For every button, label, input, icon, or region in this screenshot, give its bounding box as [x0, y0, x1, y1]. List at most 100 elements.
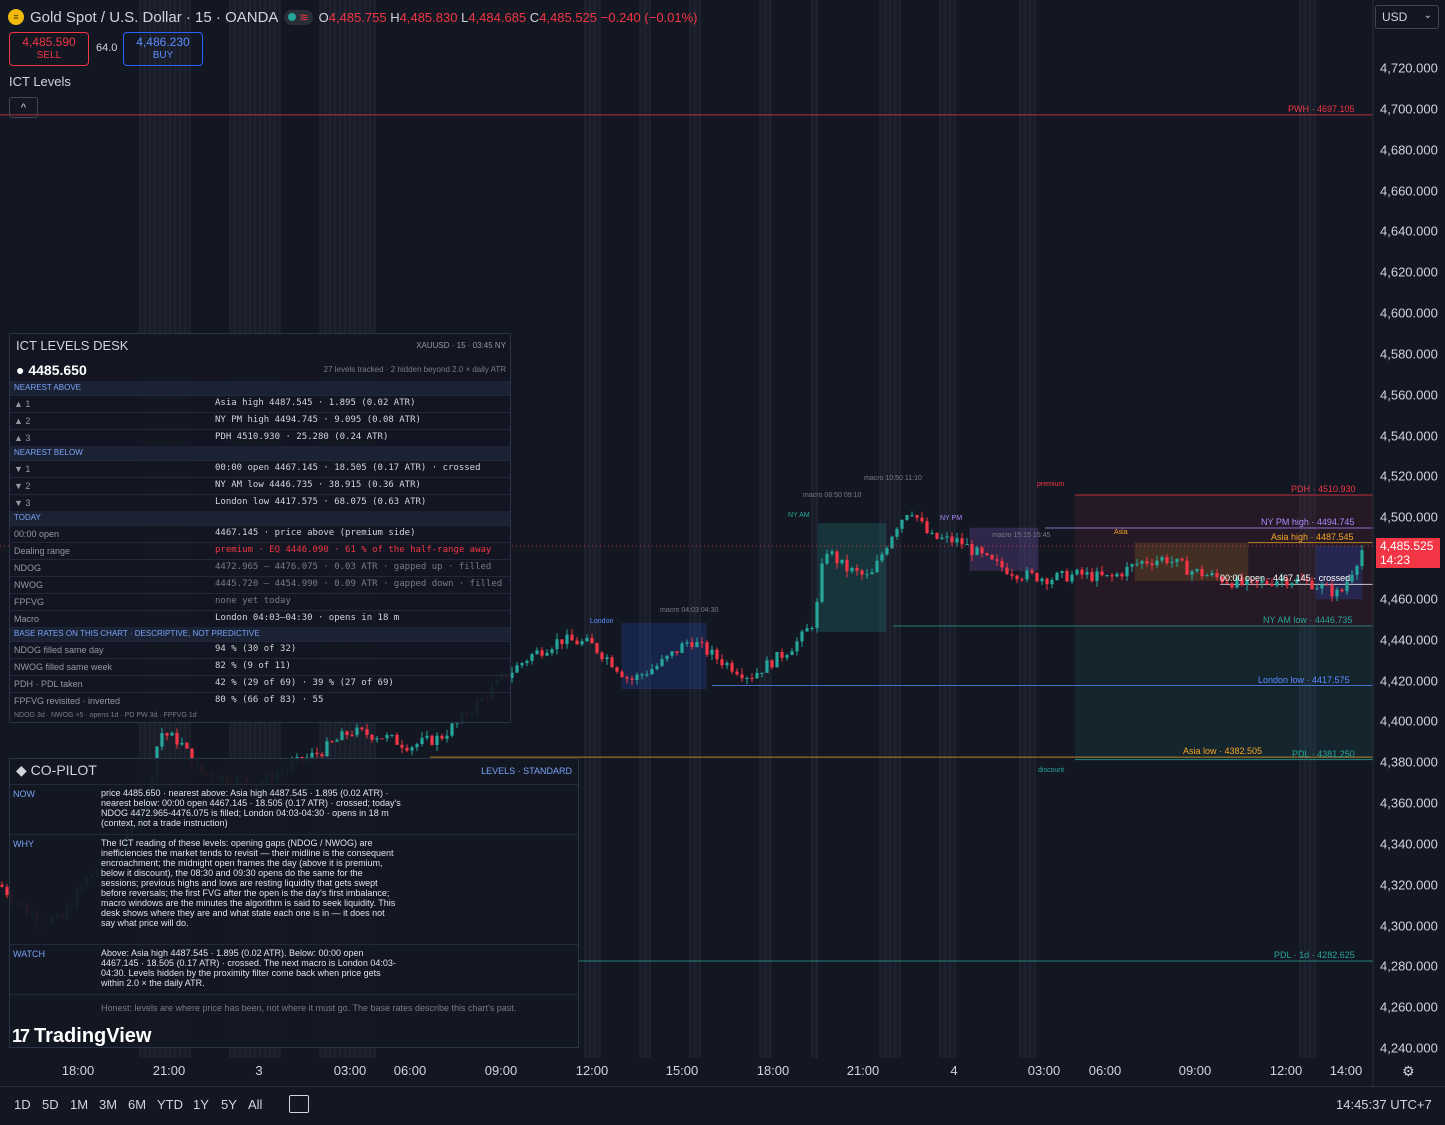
candle-body — [520, 663, 524, 666]
price-tick: 4,680.000 — [1380, 142, 1438, 158]
desk-section-today: TODAY — [10, 511, 510, 525]
desk-row-value: London 04:03–04:30 · opens in 18 m — [215, 613, 400, 623]
desk-price: ● 4485.650 — [16, 362, 87, 378]
macro-label-1: macro 08:50 09:10 — [803, 492, 862, 499]
price-tick: 4,300.000 — [1380, 918, 1438, 934]
price-tick: 4,320.000 — [1380, 877, 1438, 893]
symbol-header[interactable]: ≡ Gold Spot / U.S. Dollar · 15 · OANDA ≋… — [8, 6, 698, 28]
ny-am-session-label: NY AM — [788, 512, 810, 519]
candle-body — [1315, 588, 1319, 590]
copilot-mode: LEVELS · STANDARD — [481, 766, 572, 776]
candle-body — [1150, 563, 1154, 566]
price-tick: 4,380.000 — [1380, 754, 1438, 770]
buy-price: 4,486.230 — [136, 35, 190, 49]
desk-row: ▲ 2 NY PM high 4494.745 · 9.095 (0.08 ATR… — [10, 412, 510, 430]
copilot-panel: ◆ CO-PILOT LEVELS · STANDARD NOW price 4… — [9, 758, 579, 1048]
timeframe-button-5y[interactable]: 5Y — [221, 1097, 237, 1112]
candle-body — [925, 521, 929, 534]
desk-row-key: NDOG filled same day — [14, 645, 104, 655]
candle-body — [590, 637, 594, 644]
level-label: London low · 4417.575 — [1258, 674, 1350, 685]
candle-body — [550, 649, 554, 653]
price-tick: 4,720.000 — [1380, 60, 1438, 76]
premium-label: premium — [1037, 481, 1065, 488]
candle-body — [1060, 571, 1064, 573]
timeframe-button-6m[interactable]: 6M — [128, 1097, 146, 1112]
candle-body — [990, 554, 994, 560]
london-session-label: London — [590, 618, 614, 625]
copilot-row-text: The ICT reading of these levels: opening… — [101, 838, 396, 928]
currency-select[interactable]: USD ⌄ — [1375, 5, 1439, 29]
market-status-pill[interactable]: ≋ — [284, 9, 313, 25]
calendar-range-icon[interactable] — [289, 1095, 309, 1113]
candle-body — [545, 652, 549, 656]
candle-body — [1130, 564, 1134, 567]
time-tick: 15:00 — [665, 1063, 699, 1078]
candle-body — [585, 637, 589, 642]
timeframe-button-1m[interactable]: 1M — [70, 1097, 88, 1112]
candle-body — [620, 671, 624, 678]
candle-body — [1045, 578, 1049, 585]
candle-body — [790, 651, 794, 656]
buy-button[interactable]: 4,486.230 BUY — [123, 32, 203, 66]
chevron-up-icon: ^ — [20, 101, 27, 114]
candle-body — [940, 537, 944, 539]
candle-body — [1270, 583, 1274, 586]
candle-body — [955, 538, 959, 543]
candle-body — [930, 532, 934, 534]
time-tick: 18:00 — [61, 1063, 95, 1078]
symbol-title[interactable]: Gold Spot / U.S. Dollar · 15 · OANDA — [30, 9, 278, 26]
candle-body — [1335, 589, 1339, 597]
tradingview-logo[interactable]: 17 TradingView — [12, 1025, 151, 1048]
candle-body — [450, 723, 454, 736]
candle-body — [1010, 574, 1014, 576]
price-tick: 4,420.000 — [1380, 673, 1438, 689]
sell-button[interactable]: 4,485.590 SELL — [9, 32, 89, 66]
desk-title: ICT LEVELS DESK — [16, 338, 129, 353]
tradingview-wordmark: TradingView — [34, 1025, 152, 1047]
candle-body — [1050, 579, 1054, 585]
candle-body — [555, 639, 559, 650]
collapse-indicators-button[interactable]: ^ — [9, 97, 38, 118]
candle-body — [670, 651, 674, 656]
candle-body — [695, 642, 699, 648]
candle-body — [360, 727, 364, 730]
timeframe-button-1y[interactable]: 1Y — [193, 1097, 209, 1112]
indicator-label[interactable]: ICT Levels — [9, 74, 71, 89]
level-label: PDL · 4381.250 — [1292, 748, 1355, 759]
candle-body — [900, 519, 904, 529]
candle-body — [330, 741, 334, 743]
timeframe-button-all[interactable]: All — [248, 1097, 262, 1112]
candle-body — [1350, 574, 1354, 582]
desk-row: NWOG 4445.720 – 4454.990 · 0.09 ATR · gap… — [10, 576, 510, 594]
candle-body — [1160, 557, 1164, 561]
level-label: PDL · 1d · 4282.625 — [1274, 949, 1355, 960]
candle-body — [805, 628, 809, 632]
candle-body — [310, 752, 314, 758]
candle-body — [345, 731, 349, 735]
desk-row-value: 94 % (30 of 32) — [215, 644, 297, 654]
desk-row-key: ▼ 3 — [14, 498, 31, 508]
timeframe-button-1d[interactable]: 1D — [14, 1097, 31, 1112]
ohlc-open-key: O — [318, 9, 329, 25]
time-tick: 21:00 — [152, 1063, 186, 1078]
candle-body — [1230, 583, 1234, 588]
desk-row-value: 80 % (66 of 83) · 55 — [215, 695, 324, 705]
candle-body — [1035, 572, 1039, 582]
timeframe-button-ytd[interactable]: YTD — [157, 1097, 183, 1112]
candle-body — [420, 737, 424, 745]
candle-body — [640, 674, 644, 676]
level-label: NY PM high · 4494.745 — [1261, 516, 1355, 527]
timeframe-button-5d[interactable]: 5D — [42, 1097, 59, 1112]
desk-row-value: 4467.145 · price above (premium side) — [215, 528, 416, 538]
price-tick: 4,260.000 — [1380, 999, 1438, 1015]
clock[interactable]: 14:45:37 UTC+7 — [1336, 1097, 1432, 1112]
candle-body — [370, 734, 374, 740]
desk-row: FPFVG revisited · inverted 80 % (66 of 83… — [10, 692, 510, 710]
bottom-toolbar — [0, 1086, 1445, 1125]
candle-body — [1155, 560, 1159, 566]
timeframe-button-3m[interactable]: 3M — [99, 1097, 117, 1112]
desk-row: ▲ 3 PDH 4510.930 · 25.280 (0.24 ATR) — [10, 429, 510, 447]
settings-gear-icon[interactable]: ⚙ — [1402, 1063, 1415, 1080]
candle-body — [445, 735, 449, 739]
